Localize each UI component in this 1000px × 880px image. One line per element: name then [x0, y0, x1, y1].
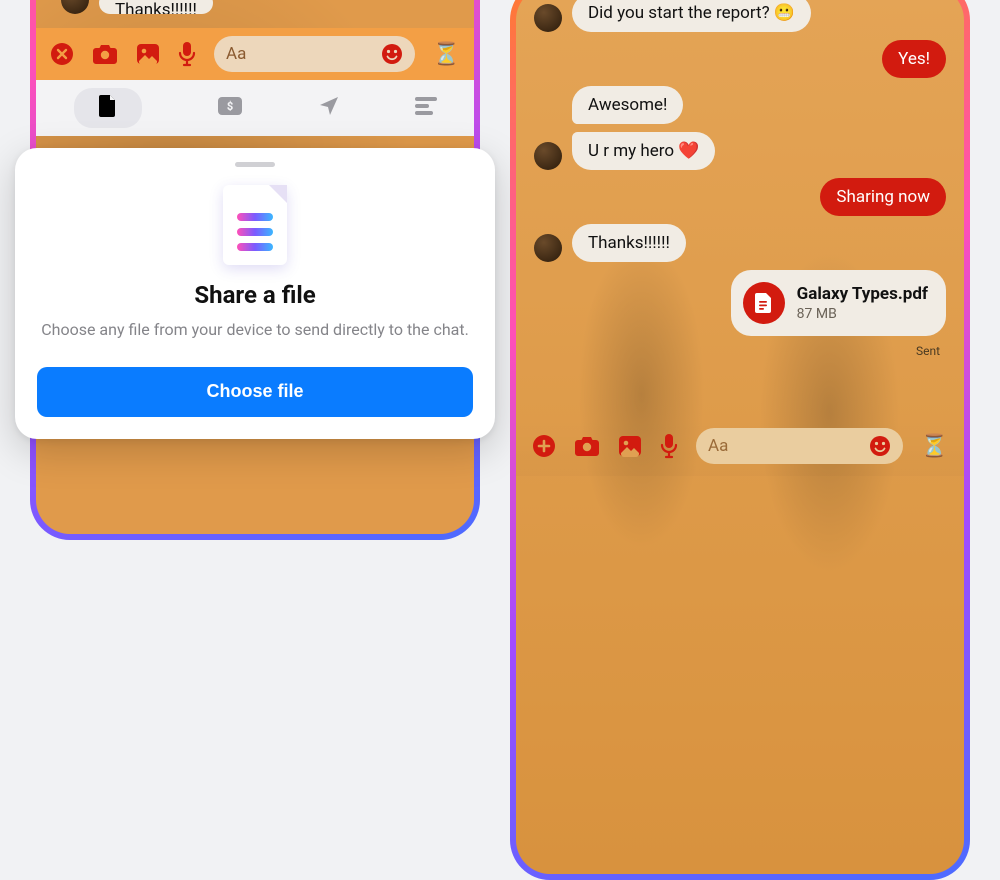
file-icon — [743, 282, 785, 324]
message-input[interactable]: Aa — [214, 36, 415, 72]
file-name: Galaxy Types.pdf — [797, 284, 928, 304]
tab-payments[interactable]: $ — [217, 96, 243, 120]
message-row: Thanks!!!!!! — [534, 224, 946, 262]
message-row: Sharing now — [534, 178, 946, 216]
plus-icon[interactable] — [532, 434, 556, 458]
message-row: Thanks!!!!!! — [61, 0, 213, 14]
chat-screen-right: Did you start the report? 😬 Yes! Awesome… — [516, 0, 964, 874]
message-input[interactable]: Aa — [696, 428, 903, 464]
phone-frame-right: Did you start the report? 😬 Yes! Awesome… — [510, 0, 970, 880]
input-placeholder: Aa — [708, 436, 728, 456]
file-meta: Galaxy Types.pdf 87 MB — [797, 284, 928, 322]
input-placeholder: Aa — [226, 44, 246, 64]
hourglass-icon[interactable]: ⏳ — [921, 434, 948, 459]
message-row: Galaxy Types.pdf 87 MB — [534, 270, 946, 336]
message-row: U r my hero ❤️ — [534, 132, 946, 170]
drawer-tabs: $ — [36, 80, 474, 136]
emoji-icon[interactable] — [381, 43, 403, 65]
tab-location[interactable] — [318, 95, 340, 121]
camera-icon[interactable] — [574, 435, 600, 457]
message-bubble: U r my hero ❤️ — [572, 132, 715, 170]
delivery-status: Sent — [534, 344, 946, 358]
image-icon[interactable] — [618, 435, 642, 457]
tab-files[interactable] — [74, 88, 142, 128]
tab-polls[interactable] — [415, 97, 437, 119]
message-row: Awesome! — [534, 86, 946, 124]
message-row: Did you start the report? 😬 — [534, 0, 946, 32]
avatar[interactable] — [61, 0, 89, 14]
file-illustration-icon — [223, 185, 287, 265]
message-bubble: Awesome! — [572, 86, 683, 124]
sheet-description: Choose any file from your device to send… — [37, 319, 473, 341]
camera-icon[interactable] — [92, 43, 118, 65]
message-bubble: Sharing now — [820, 178, 946, 216]
close-icon[interactable] — [50, 42, 74, 66]
microphone-icon[interactable] — [660, 433, 678, 459]
svg-text:$: $ — [226, 100, 232, 113]
avatar[interactable] — [534, 4, 562, 32]
hourglass-icon[interactable]: ⏳ — [433, 42, 460, 67]
message-bubble: Did you start the report? 😬 — [572, 0, 811, 32]
message-bubble: Thanks!!!!!! — [572, 224, 686, 262]
message-row: Yes! — [534, 40, 946, 78]
composer-bar: Aa ⏳ — [36, 28, 474, 80]
image-icon[interactable] — [136, 43, 160, 65]
message-bubble: Yes! — [882, 40, 946, 78]
emoji-icon[interactable] — [869, 435, 891, 457]
sheet-title: Share a file — [37, 281, 473, 309]
choose-file-button[interactable]: Choose file — [37, 367, 473, 417]
microphone-icon[interactable] — [178, 41, 196, 67]
share-file-sheet: Share a file Choose any file from your d… — [15, 148, 495, 439]
message-bubble: Thanks!!!!!! — [99, 0, 213, 14]
composer-bar: Aa ⏳ — [516, 416, 964, 476]
file-size: 87 MB — [797, 306, 928, 322]
sheet-grabber[interactable] — [235, 162, 275, 167]
avatar[interactable] — [534, 234, 562, 262]
file-attachment[interactable]: Galaxy Types.pdf 87 MB — [731, 270, 946, 336]
avatar[interactable] — [534, 142, 562, 170]
